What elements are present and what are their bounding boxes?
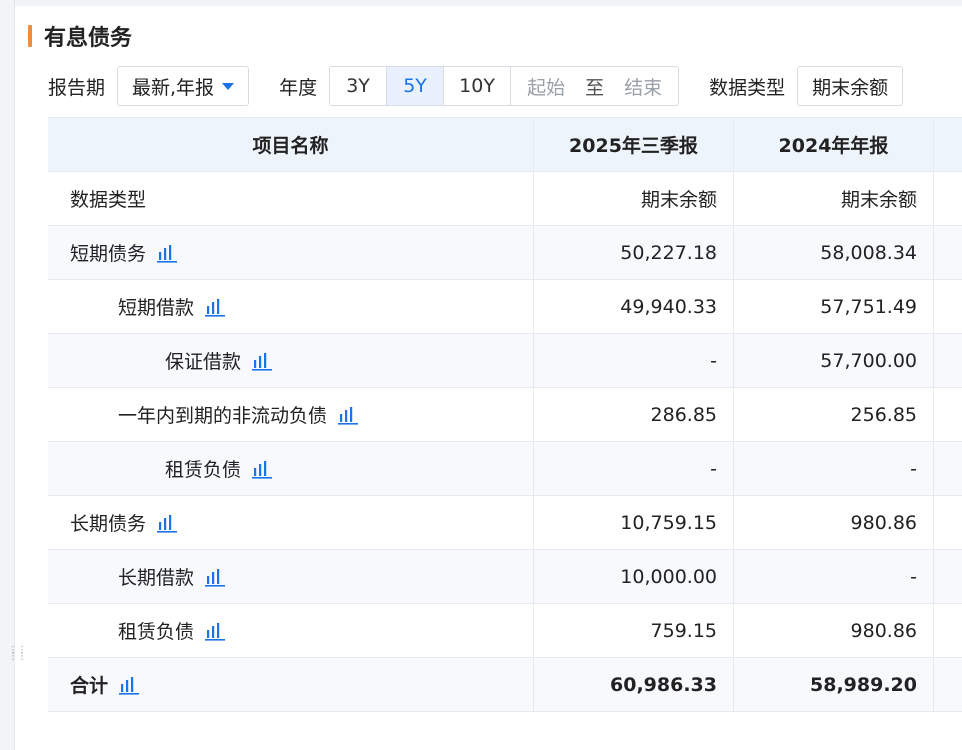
year-option-5y[interactable]: 5Y	[387, 67, 445, 105]
row-label-text: 数据类型	[70, 189, 147, 211]
row-value-2024-annual: 57,700.00	[734, 334, 934, 387]
datatype-select[interactable]: 期末余额	[797, 66, 904, 106]
header-2025-q3: 2025年三季报	[534, 118, 734, 171]
year-option-10y[interactable]: 10Y	[444, 67, 512, 105]
datatype-select-value: 期末余额	[812, 76, 889, 99]
row-value-2025-q3: 期末余额	[534, 172, 734, 225]
row-overflow-cell	[934, 172, 962, 225]
date-range-picker[interactable]: 起始 至 结束	[511, 67, 678, 105]
row-value-2025-q3: 60,986.33	[534, 658, 734, 711]
range-end[interactable]: 结束	[624, 73, 662, 100]
bar-chart-icon[interactable]	[337, 405, 359, 425]
row-value-2024-annual: 256.85	[734, 388, 934, 441]
row-value-2025-q3: 286.85	[534, 388, 734, 441]
table-row: 长期债务 10,759.15 980.86	[48, 496, 962, 550]
table-row: 短期借款 49,940.33 57,751.49	[48, 280, 962, 334]
row-label: 长期借款	[48, 550, 534, 603]
row-overflow-cell	[934, 280, 962, 333]
left-gutter	[0, 0, 15, 750]
row-label: 短期债务	[48, 226, 534, 279]
table-header-row: 项目名称 2025年三季报 2024年年报	[48, 118, 962, 172]
row-label: 一年内到期的非流动负债	[48, 388, 534, 441]
year-option-3y[interactable]: 3Y	[330, 67, 388, 105]
table-row-total: 合计 60,986.33 58,989.20	[48, 658, 962, 712]
row-label: 合计	[48, 658, 534, 711]
row-label-text: 短期借款	[118, 297, 195, 319]
table-row: 保证借款 - 57,700.00	[48, 334, 962, 388]
header-item-name: 项目名称	[48, 118, 534, 171]
row-label-text: 租赁负债	[165, 459, 242, 481]
top-strip	[14, 0, 962, 6]
chevron-down-icon	[222, 82, 235, 90]
filter-toolbar: 报告期 最新,年报 年度 3Y 5Y 10Y 起始 至 结束 数据类型 期末余额	[48, 64, 904, 108]
range-separator: 至	[585, 76, 605, 99]
row-value-2024-annual: 期末余额	[734, 172, 934, 225]
table-row: 一年内到期的非流动负债 286.85 256.85	[48, 388, 962, 442]
row-value-2025-q3: 759.15	[534, 604, 734, 657]
row-value-2025-q3: 50,227.18	[534, 226, 734, 279]
bar-chart-icon[interactable]	[251, 351, 273, 371]
row-label-text: 长期借款	[118, 567, 195, 589]
row-overflow-cell	[934, 658, 962, 711]
row-label-text: 短期债务	[70, 243, 147, 265]
row-value-2024-annual: 980.86	[734, 604, 934, 657]
bar-chart-icon[interactable]	[156, 243, 178, 263]
bar-chart-icon[interactable]	[118, 675, 140, 695]
row-overflow-cell	[934, 334, 962, 387]
header-overflow	[934, 118, 962, 171]
row-value-2025-q3: 49,940.33	[534, 280, 734, 333]
row-label: 短期借款	[48, 280, 534, 333]
datatype-label: 数据类型	[709, 76, 786, 99]
bar-chart-icon[interactable]	[204, 567, 226, 587]
row-label-text: 一年内到期的非流动负债	[118, 405, 328, 427]
bar-chart-icon[interactable]	[204, 297, 226, 317]
drag-handle-icon[interactable]: ⋮⋮ ⋮⋮	[8, 646, 27, 662]
row-label: 租赁负债	[48, 442, 534, 495]
row-value-2025-q3: 10,000.00	[534, 550, 734, 603]
row-value-2024-annual: 980.86	[734, 496, 934, 549]
year-label: 年度	[279, 76, 318, 99]
row-label: 保证借款	[48, 334, 534, 387]
row-label-text: 长期债务	[70, 513, 147, 535]
row-overflow-cell	[934, 604, 962, 657]
row-value-2024-annual: 57,751.49	[734, 280, 934, 333]
row-overflow-cell	[934, 550, 962, 603]
row-value-2025-q3: -	[534, 334, 734, 387]
row-value-2024-annual: -	[734, 442, 934, 495]
title-accent-bar	[28, 25, 32, 47]
row-label-text: 保证借款	[165, 351, 242, 373]
row-overflow-cell	[934, 226, 962, 279]
period-select-value: 最新,年报	[132, 76, 215, 99]
row-label: 租赁负债	[48, 604, 534, 657]
header-2024-annual: 2024年年报	[734, 118, 934, 171]
debt-table: 项目名称 2025年三季报 2024年年报 数据类型 期末余额 期末余额 短期债…	[48, 117, 962, 712]
row-label: 数据类型	[48, 172, 534, 225]
row-value-2024-annual: -	[734, 550, 934, 603]
page-title: 有息债务	[44, 26, 133, 51]
table-row: 短期债务 50,227.18 58,008.34	[48, 226, 962, 280]
period-select[interactable]: 最新,年报	[117, 66, 250, 106]
row-label: 长期债务	[48, 496, 534, 549]
row-overflow-cell	[934, 496, 962, 549]
bar-chart-icon[interactable]	[251, 459, 273, 479]
range-start[interactable]: 起始	[527, 73, 565, 100]
row-value-2025-q3: -	[534, 442, 734, 495]
row-value-2024-annual: 58,989.20	[734, 658, 934, 711]
row-value-2024-annual: 58,008.34	[734, 226, 934, 279]
row-value-2025-q3: 10,759.15	[534, 496, 734, 549]
row-label-text: 合计	[70, 675, 109, 697]
period-label: 报告期	[48, 76, 106, 99]
bar-chart-icon[interactable]	[204, 621, 226, 641]
bar-chart-icon[interactable]	[156, 513, 178, 533]
table-row: 租赁负债 759.15 980.86	[48, 604, 962, 658]
row-overflow-cell	[934, 388, 962, 441]
table-row: 租赁负债 - -	[48, 442, 962, 496]
year-segmented-control: 3Y 5Y 10Y 起始 至 结束	[329, 66, 680, 106]
section-title: 有息债务	[28, 20, 132, 52]
table-row: 数据类型 期末余额 期末余额	[48, 172, 962, 226]
row-label-text: 租赁负债	[118, 621, 195, 643]
row-overflow-cell	[934, 442, 962, 495]
table-row: 长期借款 10,000.00 -	[48, 550, 962, 604]
